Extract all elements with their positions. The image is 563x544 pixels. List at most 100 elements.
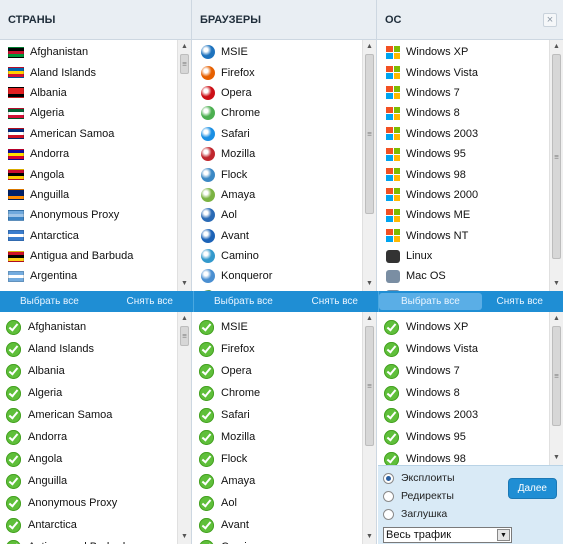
traffic-select[interactable]: Весь трафик ▼ [383, 527, 512, 543]
os-item[interactable]: Windows 95 [378, 144, 549, 164]
option-stub[interactable]: Заглушка [383, 508, 447, 520]
browser-item[interactable]: Aol [193, 205, 362, 225]
country-item[interactable]: Antigua and Barbuda [0, 246, 177, 266]
os-item[interactable]: Windows 2003 [378, 124, 549, 144]
os-item[interactable]: Windows 2000 [378, 185, 549, 205]
selected-item[interactable]: Opera [193, 360, 362, 382]
scroll-down-arrow-icon[interactable]: ▼ [363, 278, 376, 290]
select-all-browsers-button[interactable]: Выбрать все [214, 296, 273, 307]
os-item[interactable]: Windows ME [378, 205, 549, 225]
browser-item[interactable]: Amaya [193, 185, 362, 205]
os-item[interactable]: Windows 8 [378, 103, 549, 123]
scroll-down-arrow-icon[interactable]: ▼ [178, 531, 191, 543]
select-all-os-button[interactable]: Выбрать все [379, 293, 482, 310]
scroll-up-arrow-icon[interactable]: ▲ [550, 313, 563, 325]
selected-item[interactable]: American Samoa [0, 404, 177, 426]
os-item[interactable]: Mac OS [378, 266, 549, 286]
country-item[interactable]: Andorra [0, 144, 177, 164]
select-all-countries-button[interactable]: Выбрать все [20, 296, 79, 307]
browser-item[interactable]: Konqueror [193, 266, 362, 286]
countries-list[interactable]: Afghanistan Aland Islands Albania Algeria Am… [0, 40, 177, 291]
selected-item[interactable]: Amaya [193, 470, 362, 492]
browser-item[interactable]: Flock [193, 164, 362, 184]
scroll-up-arrow-icon[interactable]: ▲ [550, 41, 563, 53]
radio-stub[interactable] [383, 508, 394, 520]
selected-item[interactable]: Windows 98 [378, 448, 549, 465]
country-item[interactable]: Anguilla [0, 185, 177, 205]
selected-os-list[interactable]: Windows XP Windows Vista Windows 7 Windows … [378, 312, 549, 465]
selected-item[interactable]: Windows 8 [378, 382, 549, 404]
scroll-up-arrow-icon[interactable]: ▲ [363, 313, 376, 325]
scroll-up-arrow-icon[interactable]: ▲ [178, 41, 191, 53]
scroll-down-arrow-icon[interactable]: ▼ [178, 278, 191, 290]
selected-item[interactable]: Windows 7 [378, 360, 549, 382]
country-item[interactable]: Anonymous Proxy [0, 205, 177, 225]
selected-os-scrollbar[interactable]: ▲ ▼ [549, 312, 563, 465]
selected-item[interactable]: Anonymous Proxy [0, 492, 177, 514]
browser-item[interactable]: Camino [193, 246, 362, 266]
os-item[interactable]: Linux [378, 246, 549, 266]
next-button[interactable]: Далее [507, 478, 557, 499]
selected-item[interactable]: Windows 2003 [378, 404, 549, 426]
browser-item[interactable]: Opera [193, 83, 362, 103]
country-item[interactable]: Argentina [0, 266, 177, 286]
selected-item[interactable]: Algeria [0, 382, 177, 404]
selected-item[interactable]: Albania [0, 360, 177, 382]
browser-item[interactable]: Safari [193, 124, 362, 144]
close-button[interactable]: × [543, 13, 557, 27]
selected-item[interactable]: Avant [193, 514, 362, 536]
os-item[interactable]: Windows NT [378, 226, 549, 246]
scroll-thumb[interactable] [552, 54, 561, 259]
deselect-all-countries-button[interactable]: Снять все [127, 296, 174, 307]
selected-item[interactable]: Camino [193, 536, 362, 544]
selected-item[interactable]: Antigua and Barbuda [0, 536, 177, 544]
browser-item[interactable]: Mozilla [193, 144, 362, 164]
country-item[interactable]: American Samoa [0, 124, 177, 144]
selected-item[interactable]: Angola [0, 448, 177, 470]
browser-item[interactable]: Chrome [193, 103, 362, 123]
dropdown-arrow-icon[interactable]: ▼ [497, 529, 510, 541]
country-item[interactable]: Antarctica [0, 226, 177, 246]
country-item[interactable]: Afghanistan [0, 42, 177, 62]
browser-item[interactable]: MSIE [193, 42, 362, 62]
browsers-scrollbar[interactable]: ▲ ▼ [362, 40, 376, 291]
selected-item[interactable]: Mozilla [193, 426, 362, 448]
selected-item[interactable]: Anguilla [0, 470, 177, 492]
scroll-down-arrow-icon[interactable]: ▼ [550, 278, 563, 290]
option-exploits[interactable]: Эксплоиты [383, 472, 455, 484]
selected-item[interactable]: Antarctica [0, 514, 177, 536]
scroll-up-arrow-icon[interactable]: ▲ [363, 41, 376, 53]
selected-item[interactable]: Aland Islands [0, 338, 177, 360]
selected-item[interactable]: Afghanistan [0, 316, 177, 338]
scroll-thumb[interactable] [180, 54, 189, 74]
selected-item[interactable]: Windows Vista [378, 338, 549, 360]
browsers-list[interactable]: MSIE Firefox Opera Chrome Safari Mozilla Flock… [193, 40, 362, 291]
selected-item[interactable]: Windows XP [378, 316, 549, 338]
country-item[interactable]: Albania [0, 83, 177, 103]
scroll-thumb[interactable] [365, 54, 374, 214]
countries-scrollbar[interactable]: ▲ ▼ [177, 40, 191, 291]
deselect-all-browsers-button[interactable]: Снять все [312, 296, 359, 307]
scroll-thumb[interactable] [552, 326, 561, 426]
country-item[interactable]: Aland Islands [0, 62, 177, 82]
country-item[interactable]: Angola [0, 164, 177, 184]
deselect-all-os-button[interactable]: Снять все [497, 296, 544, 307]
selected-browsers-scrollbar[interactable]: ▲ ▼ [362, 312, 376, 544]
selected-item[interactable]: Chrome [193, 382, 362, 404]
os-item[interactable]: Windows Vista [378, 62, 549, 82]
os-item[interactable]: Windows 98 [378, 164, 549, 184]
selected-item[interactable]: Flock [193, 448, 362, 470]
selected-item[interactable]: Windows 95 [378, 426, 549, 448]
selected-item[interactable]: MSIE [193, 316, 362, 338]
scroll-thumb[interactable] [365, 326, 374, 446]
os-scrollbar[interactable]: ▲ ▼ [549, 40, 563, 291]
scroll-thumb[interactable] [180, 326, 189, 346]
browser-item[interactable]: Firefox [193, 62, 362, 82]
country-item[interactable]: Algeria [0, 103, 177, 123]
browser-item[interactable]: Avant [193, 226, 362, 246]
radio-exploits[interactable] [383, 472, 394, 484]
selected-countries-list[interactable]: Afghanistan Aland Islands Albania Algeria Am… [0, 312, 177, 544]
scroll-up-arrow-icon[interactable]: ▲ [178, 313, 191, 325]
selected-countries-scrollbar[interactable]: ▲ ▼ [177, 312, 191, 544]
selected-browsers-list[interactable]: MSIE Firefox Opera Chrome Safari Mozilla Flock… [193, 312, 362, 544]
